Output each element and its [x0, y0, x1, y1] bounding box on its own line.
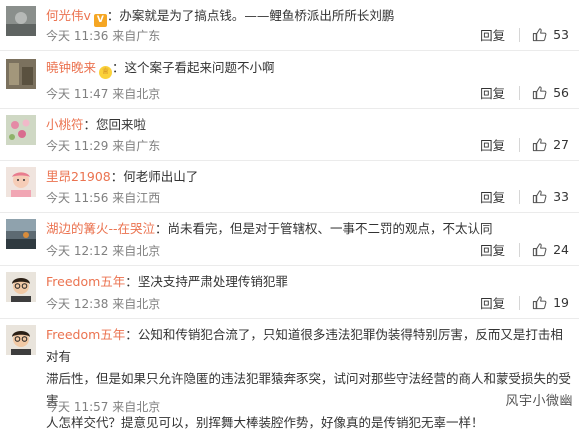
like-count: 27: [553, 137, 569, 152]
username-link[interactable]: Freedom五年: [46, 327, 125, 342]
comment-list: 何光伟v V ：办案就是为了搞点钱。——鲤鱼桥派出所所长刘鹏 今天 11:36 来自…: [0, 0, 579, 430]
comment-meta: 今天 12:12 来自北京: [46, 244, 161, 258]
like-button[interactable]: 24: [532, 242, 569, 257]
colon: ：: [106, 8, 120, 23]
colon: ：: [112, 60, 125, 75]
avatar[interactable]: [6, 6, 36, 36]
comment-item: 湖边的篝火--在哭泣：尚未看完，但是对于管辖权、一事不二罚的观点，不太认同 今天…: [0, 213, 579, 266]
reply-button[interactable]: 回复: [480, 293, 505, 312]
like-count: 33: [553, 189, 569, 204]
comment-text: 何老师出山了: [123, 169, 199, 184]
comment-actions: 回复 27: [480, 135, 569, 154]
thumbs-up-icon: [532, 86, 547, 100]
comment-text: 办案就是为了搞点钱。——鲤鱼桥派出所所长刘鹏: [119, 8, 395, 23]
like-button[interactable]: 19: [532, 295, 569, 310]
like-button[interactable]: 33: [532, 189, 569, 204]
comment-item: Freedom五年：坚决支持严肃处理传销犯罪 今天 12:38 来自北京 回复 …: [0, 266, 579, 319]
like-count: 19: [553, 295, 569, 310]
like-count: 56: [553, 85, 569, 100]
username-link[interactable]: 湖边的篝火--在哭泣: [46, 221, 155, 236]
avatar[interactable]: [6, 59, 36, 89]
divider: [519, 27, 521, 42]
divider: [519, 189, 521, 204]
comment-meta: 今天 11:56 来自江西: [46, 191, 161, 205]
comment-text: 尚未看完，但是对于管辖权、一事不二罚的观点，不太认同: [167, 221, 493, 236]
like-button[interactable]: 53: [532, 27, 569, 42]
comment-actions: 回复 33: [480, 187, 569, 206]
reply-button[interactable]: 回复: [480, 25, 505, 44]
reply-button[interactable]: 回复: [480, 135, 505, 154]
colon: ：: [110, 169, 124, 184]
verified-badge-icon: V: [93, 14, 107, 27]
thumbs-up-icon: [532, 243, 547, 257]
comment-actions: 回复 24: [480, 240, 569, 259]
like-button[interactable]: 56: [532, 85, 569, 100]
like-count: 24: [553, 242, 569, 257]
thumbs-up-icon: [532, 138, 547, 152]
like-count: 53: [553, 27, 569, 42]
divider: [519, 85, 521, 100]
comment-item: 曉钟晚来 ♕ ：这个案子看起来问题不小啊 今天 11:47 来自北京 回复 56: [0, 51, 579, 109]
avatar[interactable]: [6, 325, 36, 355]
reply-button[interactable]: 回复: [480, 187, 505, 206]
comment-actions: 回复 56: [480, 83, 569, 102]
comment-meta: 今天 11:57 来自北京: [46, 400, 161, 414]
comment-meta: 今天 11:47 来自北京: [46, 87, 161, 101]
username-link[interactable]: 何光伟v: [46, 8, 91, 23]
thumbs-up-icon: [532, 28, 547, 42]
comment-text: 坚决支持严肃处理传销犯罪: [137, 274, 288, 289]
divider: [519, 137, 521, 152]
colon: ：: [125, 327, 138, 342]
comment-item: 小桃符：您回来啦 今天 11:29 来自广东 回复 27: [0, 109, 579, 161]
comment-actions: 回复 53: [480, 25, 569, 44]
username-link[interactable]: 小桃符: [46, 117, 84, 132]
comment-meta: 今天 12:38 来自北京: [46, 297, 161, 311]
divider: [519, 295, 521, 310]
colon: ：: [125, 274, 138, 289]
avatar[interactable]: [6, 115, 36, 145]
avatar[interactable]: [6, 167, 36, 197]
username-link[interactable]: 曉钟晚来: [46, 60, 96, 75]
reply-button[interactable]: 回复: [480, 240, 505, 259]
colon: ：: [155, 221, 168, 236]
comment-text: 您回来啦: [96, 117, 147, 132]
comment-actions: 回复 19: [480, 293, 569, 312]
watermark: 风宇小微幽: [505, 394, 573, 409]
thumbs-up-icon: [532, 190, 547, 204]
member-crown-icon: ♕: [99, 66, 113, 79]
comment-item: 里昂21908：何老师出山了 今天 11:56 来自江西 回复 33: [0, 161, 579, 213]
comment-meta: 今天 11:29 来自广东: [46, 139, 161, 153]
comment-item: Freedom五年：公知和传销犯合流了，只知道很多违法犯罪伪装得特别厉害，反而又…: [0, 319, 579, 430]
username-link[interactable]: Freedom五年: [46, 274, 125, 289]
colon: ：: [83, 117, 97, 132]
comment-item: 何光伟v V ：办案就是为了搞点钱。——鲤鱼桥派出所所长刘鹏 今天 11:36 来自…: [0, 0, 579, 51]
like-button[interactable]: 27: [532, 137, 569, 152]
avatar[interactable]: [6, 219, 36, 249]
comment-meta: 今天 11:36 来自广东: [46, 29, 161, 43]
comment-text: 人怎样交代？提意见可以，别挥舞大棒装腔作势，好像真的是传销犯无辜一样！: [46, 415, 484, 430]
reply-button[interactable]: 回复: [480, 83, 505, 102]
comment-text: 这个案子看起来问题不小啊: [124, 60, 275, 75]
divider: [519, 242, 521, 257]
username-link[interactable]: 里昂21908: [46, 169, 111, 184]
avatar[interactable]: [6, 272, 36, 302]
thumbs-up-icon: [532, 296, 547, 310]
